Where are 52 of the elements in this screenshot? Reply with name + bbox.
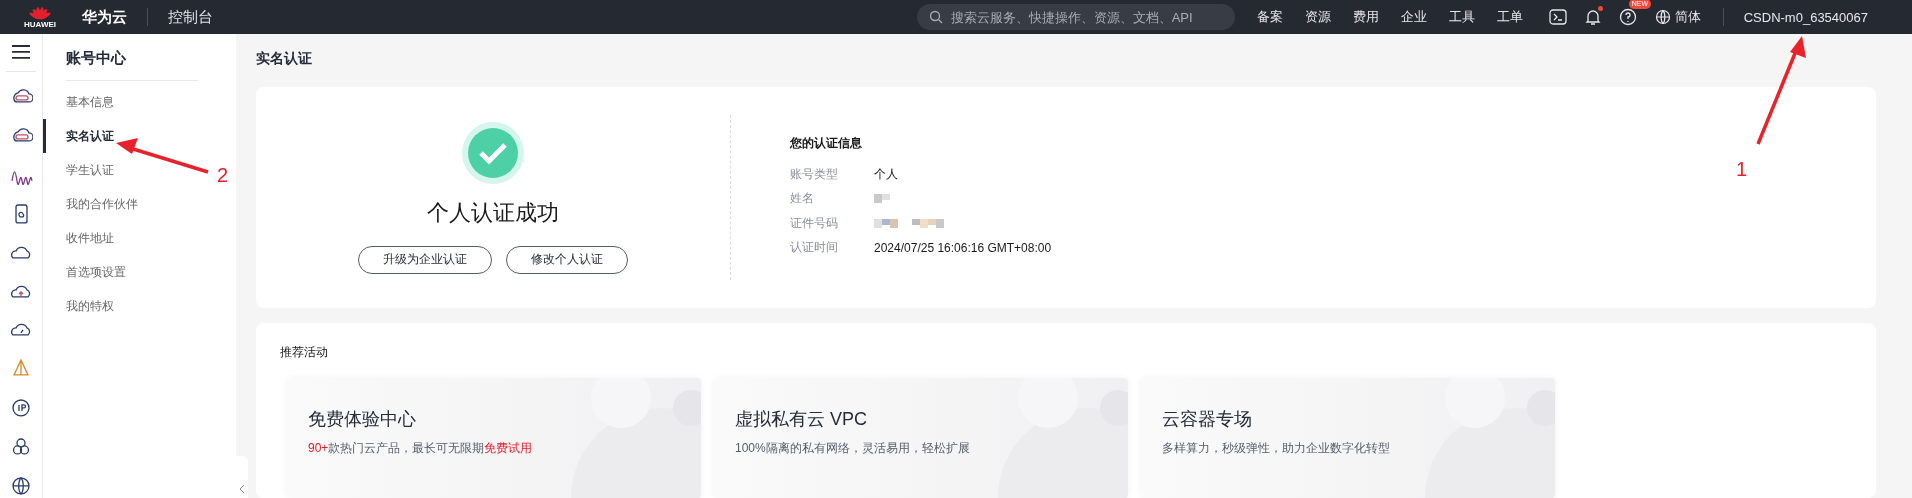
terminal-icon[interactable] [1548,9,1567,25]
promo-card[interactable]: 免费体验中心 90+款热门云产品，最长可无限期免费试用 [287,378,701,498]
annotation-label: 2 [217,164,229,187]
language-selector[interactable]: 简体 [1654,8,1701,26]
nav-link[interactable]: 企业 [1400,8,1427,26]
logo[interactable]: HUAWEI [20,5,60,29]
user-name[interactable]: CSDN-m0_63540067 [1743,9,1868,25]
promo-card[interactable]: 云容器专场 多样算力，秒级弹性，助力企业数字化转型 [1141,378,1555,498]
promo-description: 90+款热门云产品，最长可无限期免费试用 [308,440,534,457]
promo-card[interactable]: 虚拟私有云 VPC 100%隔离的私有网络，灵活易用，轻松扩展 [714,378,1128,498]
info-label: 账号类型 [790,165,839,183]
section-title: 推荐活动 [280,344,329,361]
sidebar-item[interactable]: 收件地址 [43,221,126,255]
page-title: 实名认证 [256,50,313,68]
modify-button[interactable]: 修改个人认证 [506,245,628,274]
nav-link[interactable]: 工单 [1496,8,1523,26]
collapse-handle[interactable] [236,456,248,498]
chevron-left-icon [239,484,245,494]
info-label: 认证时间 [790,239,839,257]
promo-description: 多样算力，秒级弹性，助力企业数字化转型 [1162,440,1391,457]
logo-text: HUAWEI [24,19,56,29]
sidebar-title: 账号中心 [66,49,198,81]
info-value: 个人 [874,165,898,183]
flower-logo-icon [27,5,53,20]
search-field[interactable]: 搜索云服务、快捷操作、资源、文档、API [916,4,1235,30]
sidebar-item[interactable]: 我的合作伙伴 [43,187,150,221]
promo-description: 100%隔离的私有网络，灵活易用，轻松扩展 [735,440,971,457]
info-label: 证件号码 [790,214,839,232]
sidebar-item[interactable]: 基本信息 [43,85,126,119]
globe-icon [1654,9,1671,25]
nav-link[interactable]: 资源 [1304,8,1331,26]
nav-link[interactable]: 费用 [1352,8,1379,26]
menu-icon[interactable] [11,44,31,60]
upgrade-button[interactable]: 升级为企业认证 [358,245,492,274]
annotation-label: 1 [1736,158,1748,181]
info-title: 您的认证信息 [790,135,863,152]
bell-icon[interactable] [1584,8,1601,26]
sidebar-item[interactable]: 首选项设置 [43,255,138,289]
promo-title: 云容器专场 [1162,408,1253,431]
promo-title: 免费体验中心 [308,408,417,431]
console-link[interactable]: 控制台 [168,7,213,27]
help-icon[interactable] [1618,8,1637,26]
brand-name[interactable]: 华为云 [82,7,127,27]
search-icon [928,10,943,24]
info-value: 2024/07/25 16:06:16 GMT+08:00 [874,240,1052,255]
status-heading: 个人认证成功 [427,198,559,227]
nav-link[interactable]: 备案 [1256,8,1283,26]
promo-title: 虚拟私有云 VPC [735,408,868,431]
info-label: 姓名 [790,190,815,208]
sidebar-item[interactable]: 我的特权 [43,289,126,323]
nav-link[interactable]: 工具 [1448,8,1475,26]
sidebar-item[interactable]: 学生认证 [43,153,126,187]
